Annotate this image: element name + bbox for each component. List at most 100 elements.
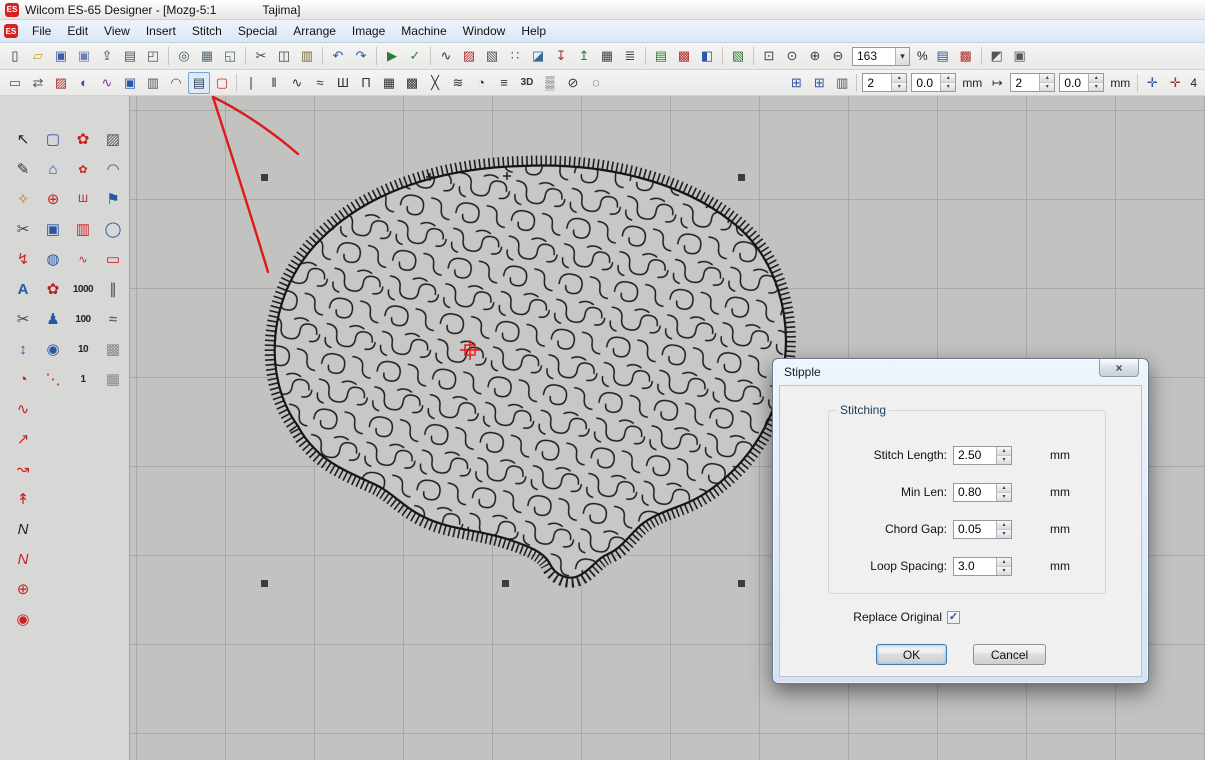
menu-item[interactable]: Window (455, 21, 514, 41)
motif-fill-icon[interactable]: ∷ (504, 45, 526, 67)
select-tool[interactable]: ↖ (10, 126, 36, 152)
field-input[interactable] (954, 447, 996, 464)
new-icon[interactable]: ▯ (4, 45, 26, 67)
separator[interactable] (750, 45, 757, 67)
remove-overlap-icon[interactable]: ⊘ (562, 72, 584, 94)
double-arrow-tool[interactable]: ↟ (10, 486, 36, 512)
cancel-button[interactable]: Cancel (973, 644, 1046, 665)
preset-10[interactable]: 10 (70, 336, 96, 362)
menu-item[interactable]: File (24, 21, 59, 41)
spinner[interactable]: ▴▾ (891, 74, 906, 91)
selection-handle[interactable] (261, 580, 268, 587)
palette-icon[interactable]: ◧ (696, 45, 718, 67)
zoom-in-icon[interactable]: ⊕ (804, 45, 826, 67)
stitch-list-icon[interactable]: ≣ (619, 45, 641, 67)
guide-spacing-input[interactable] (1011, 74, 1039, 91)
direction-arrow-tool[interactable]: ↗ (10, 426, 36, 452)
backstitch-tool[interactable]: ∿ (70, 246, 96, 272)
measure-tool[interactable]: ↕ (10, 336, 36, 362)
move-design-icon[interactable]: ✛ (1141, 72, 1163, 94)
e-stitch-icon[interactable]: П (355, 72, 377, 94)
satin-stitch-icon[interactable]: ▨ (458, 45, 480, 67)
menu-item[interactable]: Image (344, 21, 393, 41)
knife-tool[interactable]: ✂ (10, 216, 36, 242)
globe-fill-tool[interactable]: ◍ (40, 246, 66, 272)
fan-tool[interactable]: ◔ (10, 366, 36, 392)
separator[interactable] (427, 45, 434, 67)
node-edit-tool[interactable]: ✎ (10, 156, 36, 182)
contour-icon[interactable]: ≋ (447, 72, 469, 94)
dashed-arrow-tool[interactable]: ↝ (10, 456, 36, 482)
undo-icon[interactable]: ↶ (327, 45, 349, 67)
spinner[interactable]: ▴▾ (996, 484, 1011, 501)
menu-item[interactable]: Special (230, 21, 285, 41)
sculpture-run-icon[interactable]: ∿ (286, 72, 308, 94)
color-film-icon[interactable]: ▤ (650, 45, 672, 67)
zoom-combo[interactable]: 163 ▾ (852, 47, 910, 66)
hoop-icon[interactable]: ◎ (173, 45, 195, 67)
hatch-lines-tool[interactable]: ▨ (100, 126, 126, 152)
zoom-out-icon[interactable]: ⊖ (827, 45, 849, 67)
menu-item[interactable]: Insert (138, 21, 184, 41)
tatami-icon[interactable]: ▦ (378, 72, 400, 94)
texture-icon[interactable]: ▒ (539, 72, 561, 94)
overview-icon[interactable]: ◱ (219, 45, 241, 67)
separator[interactable] (373, 45, 380, 67)
pull-comp-icon[interactable]: ⇄ (27, 72, 49, 94)
cross-stitch-icon[interactable]: ╳ (424, 72, 446, 94)
zoom-dropdown-icon[interactable]: ▾ (895, 48, 909, 65)
menu-item[interactable]: Help (513, 21, 554, 41)
zigzag-n-red-tool[interactable]: N (10, 546, 36, 572)
columns-pair-tool[interactable]: ∥ (100, 276, 126, 302)
separator[interactable] (978, 45, 985, 67)
single-run-icon[interactable]: ∣ (240, 72, 262, 94)
effects-icon[interactable]: ◩ (986, 45, 1008, 67)
penetration-tool[interactable]: ⊕ (40, 186, 66, 212)
redo-icon[interactable]: ↷ (350, 45, 372, 67)
menu-item[interactable]: Arrange (285, 21, 344, 41)
applique-icon[interactable]: ◪ (527, 45, 549, 67)
color-objects-icon[interactable]: ▩ (673, 45, 695, 67)
cut-icon[interactable]: ✂ (250, 45, 272, 67)
paste-icon[interactable]: ▥ (296, 45, 318, 67)
separator[interactable] (242, 45, 249, 67)
needle-out-icon[interactable]: ↥ (573, 45, 595, 67)
rectangle-tool[interactable]: ▭ (100, 246, 126, 272)
spinner[interactable]: ▴▾ (996, 521, 1011, 538)
replace-original-checkbox[interactable]: ✓ (947, 611, 960, 624)
preset-1000[interactable]: 1000 (70, 276, 96, 302)
satin-icon[interactable]: Ш (332, 72, 354, 94)
menu-item[interactable]: Stitch (184, 21, 230, 41)
guides-icon[interactable]: ▥ (831, 72, 853, 94)
morphing-icon[interactable]: ∿ (96, 72, 118, 94)
color-blend-icon[interactable]: ◐ (73, 72, 95, 94)
save-as-icon[interactable]: ▣ (73, 45, 95, 67)
separator[interactable] (719, 45, 726, 67)
print-preview-icon[interactable]: ◰ (142, 45, 164, 67)
design-check-icon[interactable]: ✓ (404, 45, 426, 67)
spinner[interactable]: ▴▾ (940, 74, 955, 91)
grid-size-input[interactable] (912, 74, 940, 91)
flexi-split-icon[interactable]: ▥ (142, 72, 164, 94)
flower-fill-tool[interactable]: ✿ (70, 126, 96, 152)
image-prep-icon[interactable]: ▧ (727, 45, 749, 67)
separator[interactable] (642, 45, 649, 67)
menu-item[interactable]: Machine (393, 21, 454, 41)
stipple-outline-icon[interactable]: ▢ (211, 72, 233, 94)
monogram-tool[interactable]: ⚑ (100, 186, 126, 212)
menu-item[interactable]: View (96, 21, 138, 41)
stipple-run-icon[interactable]: ▤ (188, 72, 210, 94)
ellipse-tool[interactable]: ◯ (100, 216, 126, 242)
guide-size-input[interactable] (1060, 74, 1088, 91)
dots-tool[interactable]: ⋱ (40, 366, 66, 392)
open-icon[interactable]: ▱ (27, 45, 49, 67)
flower-red-tool[interactable]: ✿ (40, 276, 66, 302)
texture-a-tool[interactable]: ▩ (100, 336, 126, 362)
design-properties-icon[interactable]: ▤ (932, 45, 954, 67)
grid-icon[interactable]: ▦ (196, 45, 218, 67)
zigzag-column-tool[interactable]: Ш (70, 186, 96, 212)
stitch-grid-icon[interactable]: ▦ (596, 45, 618, 67)
preset-100[interactable]: 100 (70, 306, 96, 332)
grid-spacing-input[interactable] (863, 74, 891, 91)
spinner[interactable]: ▴▾ (1039, 74, 1054, 91)
